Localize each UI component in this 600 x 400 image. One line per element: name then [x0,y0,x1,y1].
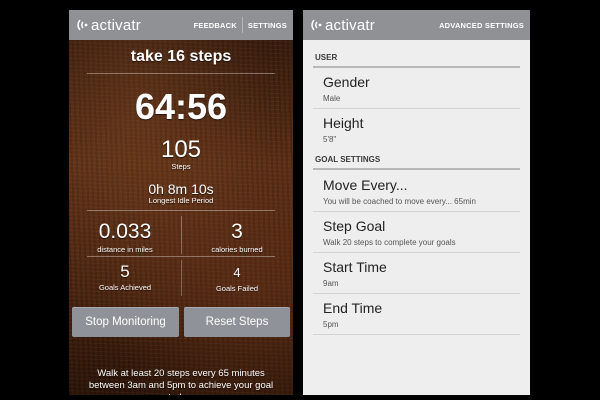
setting-value: You will be coached to move every... 65m… [323,197,476,206]
dashboard: take 16 steps 64:56 105 Steps 0h 8m 10s … [69,40,293,395]
setting-title: End Time [323,300,383,316]
setting-end-time[interactable]: End Time 5pm [323,300,520,329]
settings-screen: activatr ADVANCED SETTINGS USER Gender M… [303,10,530,395]
calories-stat: 3 calories burned [189,220,285,254]
row-divider [313,211,520,212]
app-bar: activatr ADVANCED SETTINGS [303,10,530,40]
steps-value: 105 [160,136,202,163]
goals-achieved-stat: 5 Goals Achieved [77,262,173,292]
setting-move-every[interactable]: Move Every... You will be coached to mov… [323,177,520,206]
divider [181,260,182,296]
setting-height[interactable]: Height 5'8" [323,115,520,144]
setting-value: Male [323,94,341,103]
row-divider [313,293,520,294]
distance-value: 0.033 [98,220,152,243]
signal-waves-icon [311,19,322,31]
setting-step-goal[interactable]: Step Goal Walk 20 steps to complete your… [323,218,520,247]
setting-title: Height [323,115,364,131]
setting-title: Step Goal [323,218,386,234]
row-divider [313,252,520,253]
brand-name: activatr [91,16,141,34]
goal-message: Walk at least 20 steps every 65 minutes … [88,368,274,395]
brand-logo: activatr [75,17,141,34]
feedback-link[interactable]: FEEDBACK [194,21,237,30]
calories-label: calories burned [211,245,263,254]
setting-value: 5pm [323,320,339,329]
signal-waves-icon [77,19,88,31]
reset-steps-button[interactable]: Reset Steps [184,307,290,337]
distance-label: distance in miles [97,245,153,254]
row-divider [313,334,520,335]
goals-achieved-value: 5 [120,262,130,281]
section-divider [313,168,520,170]
setting-title: Gender [323,74,370,90]
section-header-goal-settings: GOAL SETTINGS [315,155,381,164]
brand-logo[interactable]: activatr [309,17,375,34]
section-divider [313,66,520,68]
setting-value: Walk 20 steps to complete your goals [323,238,456,247]
setting-gender[interactable]: Gender Male [323,74,520,103]
goals-failed-stat: 4 Goals Failed [189,265,285,293]
main-screen: activatr FEEDBACK SETTINGS take 16 steps… [69,10,293,395]
stop-monitoring-button[interactable]: Stop Monitoring [72,307,179,337]
row-divider [313,108,520,109]
goal-title: take 16 steps [130,48,232,65]
brand-name: activatr [325,16,375,34]
setting-start-time[interactable]: Start Time 9am [323,259,520,288]
goals-failed-label: Goals Failed [215,284,259,293]
idle-period-value: 0h 8m 10s [148,181,214,197]
countdown-timer: 64:56 [134,86,228,127]
settings-link[interactable]: SETTINGS [248,21,287,30]
setting-title: Move Every... [323,177,408,193]
calories-value: 3 [231,220,243,243]
steps-label: Steps [171,162,191,171]
settings-list: USER Gender Male Height 5'8" GOAL SETTIN… [303,40,530,395]
distance-stat: 0.033 distance in miles [77,220,173,254]
goals-achieved-label: Goals Achieved [98,283,152,292]
setting-title: Start Time [323,259,387,275]
setting-value: 9am [323,279,339,288]
nav-divider [241,17,243,33]
divider [87,256,275,257]
divider [87,210,275,211]
divider [87,73,275,74]
idle-period-label: Longest Idle Period [148,196,214,205]
goals-failed-value: 4 [233,265,241,280]
divider [181,216,182,254]
advanced-settings-link[interactable]: ADVANCED SETTINGS [439,21,524,30]
section-header-user: USER [315,53,338,62]
app-bar: activatr FEEDBACK SETTINGS [69,10,293,40]
setting-value: 5'8" [323,135,337,144]
